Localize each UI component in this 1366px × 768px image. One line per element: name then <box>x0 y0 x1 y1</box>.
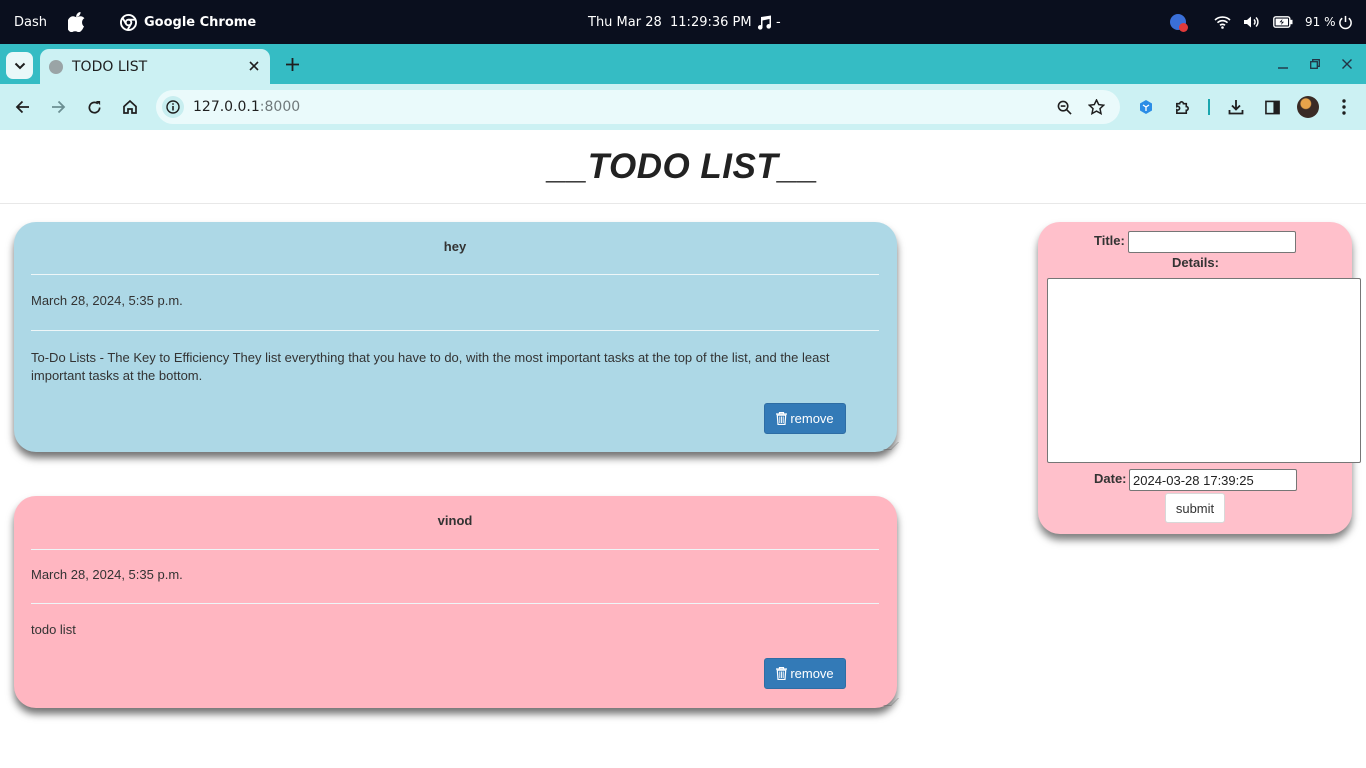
page-title: __TODO LIST__ <box>547 146 819 186</box>
tab-title: TODO LIST <box>72 58 148 75</box>
volume-icon <box>1244 16 1259 28</box>
date-input[interactable] <box>1129 469 1297 491</box>
tab-close-icon[interactable] <box>246 58 262 74</box>
divider <box>31 330 879 331</box>
clock-text: Thu Mar 28 11:29:36 PM <box>588 14 752 30</box>
bookmark-star-icon[interactable] <box>1084 95 1108 119</box>
tab-strip: TODO LIST <box>0 44 1366 84</box>
dash-button[interactable]: Dash <box>14 0 47 44</box>
remove-label: remove <box>790 666 834 681</box>
minimize-button[interactable] <box>1274 54 1292 74</box>
todo-card: hey March 28, 2024, 5:35 p.m. To-Do List… <box>14 222 899 452</box>
minimize-icon <box>1278 67 1288 69</box>
tab-search-button[interactable] <box>6 52 33 79</box>
notification-icon <box>1170 14 1188 32</box>
todo-title: vinod <box>437 513 473 528</box>
battery-percent: 91 % <box>1305 15 1336 29</box>
close-window-button[interactable] <box>1338 54 1356 74</box>
apple-icon[interactable] <box>68 0 86 44</box>
tab-todo-list[interactable]: TODO LIST <box>40 49 270 84</box>
add-todo-form: Title: Details: Date: submit <box>1038 222 1361 534</box>
todo-title: hey <box>443 239 467 254</box>
plus-icon <box>285 57 299 71</box>
os-top-bar: Dash Google Chrome Thu Mar 28 11:29:36 P… <box>0 0 1366 44</box>
more-vertical-icon <box>1342 99 1346 115</box>
url-text[interactable]: 127.0.0.1:8000 <box>193 90 300 124</box>
remove-label: remove <box>790 411 834 426</box>
back-button[interactable] <box>10 95 34 119</box>
restore-button[interactable] <box>1306 54 1324 74</box>
resize-handle[interactable] <box>883 698 899 706</box>
url-host: 127.0.0.1 <box>193 99 260 115</box>
arrow-right-icon <box>51 100 65 114</box>
date-label: Date: <box>1094 471 1127 486</box>
resize-handle[interactable] <box>883 442 899 450</box>
forward-button[interactable] <box>46 95 70 119</box>
notification-indicator[interactable] <box>1170 0 1188 44</box>
active-app[interactable]: Google Chrome <box>120 0 256 44</box>
reload-icon <box>88 100 101 114</box>
chevron-down-icon <box>14 62 25 69</box>
divider <box>31 549 879 550</box>
arrow-left-icon <box>15 100 29 114</box>
zoom-icon[interactable] <box>1052 95 1076 119</box>
address-bar[interactable]: 127.0.0.1:8000 <box>156 90 1120 124</box>
todo-card: vinod March 28, 2024, 5:35 p.m. todo lis… <box>14 496 899 708</box>
app-name: Google Chrome <box>144 14 257 30</box>
page-content: __TODO LIST__ hey March 28, 2024, 5:35 p… <box>0 130 1366 768</box>
media-label: - <box>776 14 781 30</box>
extension-icon[interactable] <box>1134 95 1158 119</box>
trash-icon <box>776 667 788 680</box>
power-icon[interactable] <box>1338 0 1353 44</box>
wifi-icon <box>1214 16 1231 29</box>
todo-details: To-Do Lists - The Key to Efficiency They… <box>31 350 830 383</box>
avatar <box>1297 96 1319 118</box>
new-tab-button[interactable] <box>282 52 302 76</box>
divider <box>31 603 879 604</box>
home-button[interactable] <box>118 95 142 119</box>
submit-button[interactable]: submit <box>1165 493 1225 523</box>
todo-details: todo list <box>31 622 76 637</box>
globe-icon <box>49 59 63 74</box>
media-indicator[interactable]: - <box>756 0 781 44</box>
remove-button[interactable]: remove <box>764 658 846 689</box>
menu-button[interactable] <box>1332 95 1356 119</box>
extensions-puzzle-icon[interactable] <box>1170 95 1194 119</box>
url-port: :8000 <box>259 99 301 115</box>
home-icon <box>123 99 137 114</box>
todo-date: March 28, 2024, 5:35 p.m. <box>31 567 183 582</box>
trash-icon <box>776 412 788 425</box>
download-icon[interactable] <box>1224 95 1248 119</box>
restore-icon <box>1310 59 1320 69</box>
dash-label: Dash <box>14 14 47 30</box>
browser-toolbar: 127.0.0.1:8000 <box>0 84 1366 130</box>
profile-avatar[interactable] <box>1296 95 1320 119</box>
close-icon <box>1342 59 1352 69</box>
music-note-icon <box>757 15 772 30</box>
system-tray[interactable]: 91 % <box>1214 0 1336 44</box>
chrome-icon <box>120 13 137 31</box>
divider <box>31 274 879 275</box>
title-label: Title: <box>1094 233 1125 248</box>
reload-button[interactable] <box>82 95 106 119</box>
battery-icon <box>1273 16 1293 28</box>
details-label: Details: <box>1172 255 1219 270</box>
page-header: __TODO LIST__ <box>0 130 1366 204</box>
title-input[interactable] <box>1128 231 1296 253</box>
clock[interactable]: Thu Mar 28 11:29:36 PM <box>588 0 752 44</box>
site-info-icon[interactable] <box>162 96 184 118</box>
remove-button[interactable]: remove <box>764 403 846 434</box>
todo-date: March 28, 2024, 5:35 p.m. <box>31 293 183 308</box>
details-textarea[interactable] <box>1047 278 1361 463</box>
side-panel-icon[interactable] <box>1260 95 1284 119</box>
toolbar-separator <box>1208 99 1210 115</box>
